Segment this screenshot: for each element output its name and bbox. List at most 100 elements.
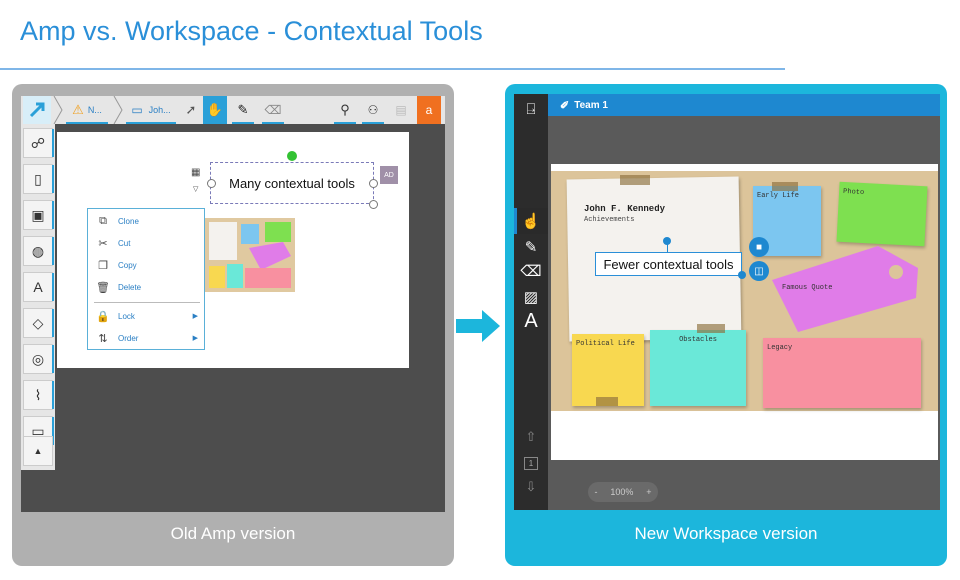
right-arrow-icon [456, 310, 500, 342]
page-up-button[interactable]: ⇧ [514, 424, 548, 450]
selection-options-icon[interactable]: ▦ [191, 167, 200, 178]
resize-handle[interactable] [738, 271, 746, 279]
new-version-caption: New Workspace version [634, 524, 818, 543]
trash-icon: ■ [755, 241, 763, 253]
pan-tool-button[interactable]: ✋ [203, 96, 227, 124]
exit-door-icon: ⍈ [526, 100, 536, 118]
tape [620, 175, 650, 185]
text-icon: A [33, 279, 43, 295]
hand-icon: ✋ [206, 102, 224, 117]
workspace-header: ✐ Team 1 [548, 94, 940, 116]
paste-button[interactable]: ▤ [387, 96, 415, 124]
clone-icon: ⧉ [99, 214, 107, 227]
paper-subtitle: Achievements [584, 216, 635, 224]
pen-icon: ✎ [237, 102, 249, 117]
note-political-life: Political Life [572, 334, 644, 406]
eraser-tool-button[interactable]: ⌫ [259, 96, 287, 124]
layer-order-button[interactable]: ◫ [749, 261, 769, 281]
board-thumbnail-art [209, 222, 291, 288]
warning-icon: ⚠ [72, 102, 84, 117]
amp-selected-textbox[interactable]: Many contextual tools [210, 162, 374, 204]
collapse-toolbar-button[interactable]: ▲ [23, 436, 53, 466]
zoom-button[interactable]: ⚲ [331, 96, 359, 124]
shapes-tool-button[interactable]: ◇ [23, 308, 54, 338]
trash-icon: 🗑 [96, 281, 110, 294]
globe-icon: ◍ [31, 242, 45, 259]
arrow-down-circle-icon: ⇩ [525, 479, 537, 494]
page-indicator: 1 [514, 450, 548, 476]
image-tool-button[interactable]: ▣ [23, 200, 54, 230]
text-tool-button[interactable]: A [514, 308, 548, 334]
zoom-out-button[interactable]: - [594, 487, 597, 497]
menu-item-label: Delete [118, 282, 142, 292]
attach-tool-button[interactable]: ⌇ [23, 380, 54, 410]
workspace-selected-textbox[interactable]: Fewer contextual tools [595, 252, 742, 276]
page-tool-button[interactable]: ▯ [23, 164, 54, 194]
media-tool-button[interactable]: ◎ [23, 344, 54, 374]
magnifier-icon: ⚲ [340, 102, 350, 117]
tape [697, 324, 725, 333]
menu-item-label: Lock [118, 311, 135, 321]
lock-icon: 🔒 [96, 310, 110, 323]
delete-button[interactable]: ■ [749, 237, 769, 257]
text-icon: A [524, 309, 538, 332]
menu-item-order[interactable]: ⇅ Order ▶ [88, 328, 206, 348]
image-icon: ▣ [31, 206, 45, 223]
layers-tool-button[interactable]: ☍ [23, 128, 54, 158]
page-icon: ▯ [34, 170, 42, 187]
arrow-up-circle-icon: ⇧ [525, 429, 537, 444]
note-obstacles: Obstacles [650, 330, 746, 406]
pen-tool-button[interactable]: ✎ [514, 234, 548, 260]
pen-tool-button[interactable]: ✎ [229, 96, 257, 124]
note-famous-quote: Famous Quote [782, 284, 833, 292]
menu-item-copy[interactable]: ❐ Copy [88, 255, 206, 275]
menu-item-delete[interactable]: 🗑 Delete [88, 277, 206, 297]
globe-tool-button[interactable]: ◍ [23, 236, 54, 266]
menu-item-label: Cut [118, 238, 131, 248]
menu-item-clone[interactable]: ⧉ Clone [88, 211, 206, 231]
scissors-icon: ✂ [98, 237, 108, 250]
shapes-icon: ◇ [32, 314, 44, 331]
note-photo: Photo [836, 181, 928, 247]
hand-pointer-icon: ☝ [521, 213, 541, 230]
pen-icon: ✎ [524, 239, 538, 256]
add-image-button[interactable]: ▨ [514, 284, 548, 310]
submenu-arrow-icon: ▶ [192, 313, 198, 320]
amp-logo-icon [29, 102, 45, 118]
zoom-in-button[interactable]: + [646, 487, 651, 497]
rotate-handle[interactable] [287, 151, 297, 161]
chevron-down-icon[interactable]: ▽ [193, 185, 198, 193]
pointer-tool-button[interactable]: ☝ [514, 208, 548, 234]
zoom-level: 100% [610, 487, 634, 497]
resize-handle-left[interactable] [207, 179, 216, 188]
amp-logo-button[interactable] [23, 96, 51, 124]
menu-item-label: Clone [118, 216, 139, 226]
add-image-icon: ▨ [523, 289, 539, 306]
chevron-up-icon: ▲ [33, 446, 43, 456]
menu-item-label: Copy [118, 260, 137, 270]
note-legacy: Legacy [763, 338, 921, 408]
resize-handle-corner[interactable] [369, 200, 378, 209]
resize-handle-right[interactable] [369, 179, 378, 188]
user-avatar-badge: AD [380, 166, 398, 184]
select-tool-button[interactable]: ➚ [179, 96, 203, 124]
old-version-caption: Old Amp version [170, 524, 296, 543]
menu-item-lock[interactable]: 🔒 Lock ▶ [88, 306, 206, 326]
breadcrumb-item-1[interactable]: ⚠ N... [63, 96, 111, 124]
eraser-tool-button[interactable]: ⌫ [514, 258, 548, 284]
breadcrumb-label-1: N... [87, 105, 102, 115]
exit-button[interactable]: ⍈ [514, 96, 548, 122]
amp-account-button[interactable]: a [417, 96, 441, 124]
clipboard-icon: ▤ [395, 103, 407, 117]
copy-icon: ❐ [98, 259, 108, 272]
menu-item-cut[interactable]: ✂ Cut [88, 233, 206, 253]
amp-toolbar: ⚠ N... ▭ Joh... ➚ ✋ ✎ ⌫ ⚲ ⚇ ▤ a [21, 96, 445, 124]
eraser-icon: ⌫ [520, 263, 542, 280]
people-button[interactable]: ⚇ [359, 96, 387, 124]
breadcrumb-label-2: Joh... [148, 105, 171, 115]
page-down-button[interactable]: ⇩ [514, 474, 548, 500]
breadcrumb-item-2[interactable]: ▭ Joh... [123, 96, 179, 124]
text-tool-button[interactable]: A [23, 272, 54, 302]
menu-item-label: Order [118, 333, 139, 343]
network-icon: ☍ [30, 134, 46, 151]
